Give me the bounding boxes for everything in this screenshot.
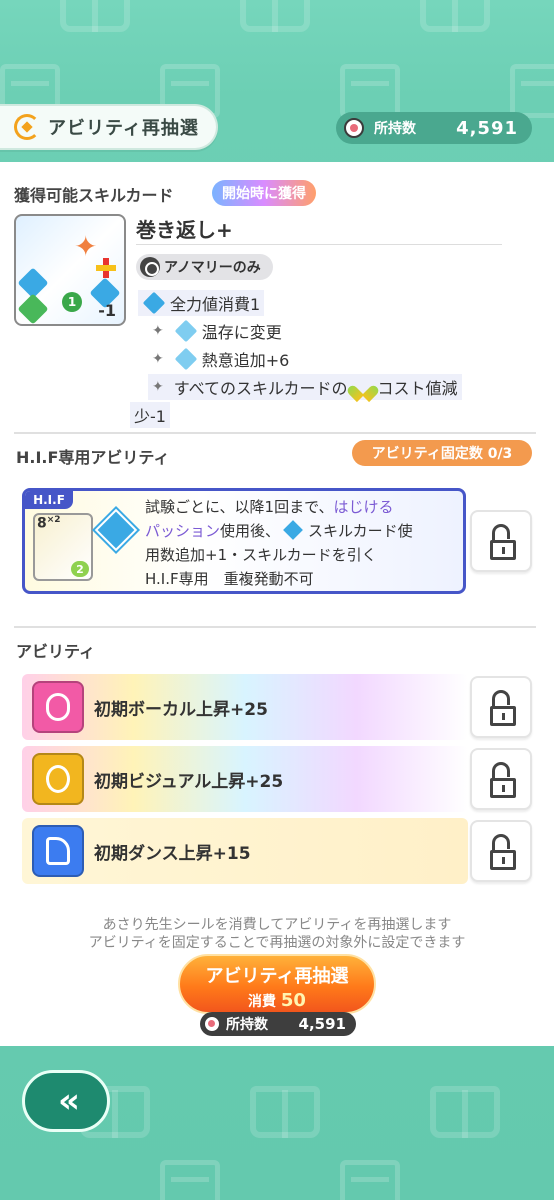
skill-gem-icon [283,520,303,540]
owned-count-label: 所持数 [374,121,416,137]
heart-cost-icon [354,379,372,395]
effect-text: コスト値減 [377,379,458,398]
hif-text: 用数追加+1・スキルカードを引く [145,546,377,564]
restriction-label: アノマリーのみ [164,260,261,276]
hif-highlight-text: はじける [333,498,394,516]
sticker-currency-icon [204,1016,220,1032]
book-pattern-icon [60,0,130,32]
cost-badge: 1 [62,292,82,312]
main-panel: 獲得可能スキルカード 開始時に獲得 ✦ 1 -1 巻き返し+ アノマリーのみ 全… [0,162,554,1046]
hif-lock-button[interactable] [470,510,532,572]
effect-line: 少-1 [130,402,170,428]
reroll-button[interactable]: アビリティ再抽選 消費 50 [178,954,376,1014]
green-gem-icon [17,293,49,324]
hif-highlight-text: パッション [145,522,221,540]
hif-text: スキルカード使 [308,522,413,540]
hif-section-title: H.I.F専用アビリティ [16,448,170,467]
ability-row-visual: 初期ビジュアル上昇+25 [22,746,468,812]
owned-count-label: 所持数 [226,1017,268,1033]
fixed-count-badge: アビリティ固定数 0/3 [352,440,532,466]
ability-label: 初期ビジュアル上昇+25 [94,771,284,792]
calendar-pattern-icon [160,1160,220,1200]
reroll-button-label: アビリティ再抽選 [205,966,349,987]
hif-ability-card: H.I.F 8×2 2 試験ごとに、以降1回まで、はじける パッション使用後、 ス… [22,488,466,594]
effect-line: ✦ 温存に変更 [148,318,286,344]
ability-lock-button-visual[interactable] [470,748,532,810]
owned-count-value: 4,591 [456,117,518,139]
skill-card-thumbnail[interactable]: ✦ 1 -1 [14,214,126,326]
hif-description: 試験ごとに、以降1回まで、はじける パッション使用後、 スキルカード使 用数追加+… [145,495,461,591]
book-pattern-icon [240,0,310,32]
owned-count-value: 4,591 [298,1015,346,1033]
visual-face-icon [32,753,84,805]
owned-count-box: 所持数 4,591 [336,112,532,144]
unlock-icon-body [490,540,516,560]
sticker-currency-icon [344,118,364,138]
unlock-icon-body [490,706,516,726]
help-text-line1: あさり先生シールを消費してアビリティを再抽選します [102,917,452,933]
unlock-icon-body [490,778,516,798]
ability-label: 初期ダンス上昇+15 [94,843,251,864]
microphone-icon [32,681,84,733]
ability-lock-button-dance[interactable] [470,820,532,882]
cost-label: 消費 [248,994,277,1010]
skill-section-title: 獲得可能スキルカード [14,186,174,205]
effect-text: すべてのスキルカードの [173,379,348,398]
effect-gem-icon [174,319,198,343]
hif-card-cost: 2 [71,561,89,577]
owned-count-small: 所持数 4,591 [200,1012,356,1036]
sub-effect-marker-icon: ✦ [152,379,164,395]
ability-lock-button-vocal[interactable] [470,676,532,738]
hif-level-number: 8 [37,515,47,532]
name-underline [136,244,502,245]
double-chevron-left-icon: ‹‹ [57,1081,80,1121]
sub-effect-marker-icon: ✦ [152,323,164,339]
back-button[interactable]: ‹‹ [22,1070,110,1132]
effect-text: 全力値消費1 [170,295,261,314]
effect-text: 温存に変更 [201,323,282,342]
ability-label: 初期ボーカル上昇+25 [94,699,268,720]
sub-effect-marker-icon: ✦ [152,351,164,367]
star-decoration-icon: ✦ [74,230,98,263]
hif-card-level: 8×2 [37,515,61,532]
restriction-badge: アノマリーのみ [136,254,273,280]
effect-line: ✦ すべてのスキルカードの コスト値減 [148,374,462,400]
book-pattern-icon [430,1086,500,1138]
hif-gem-icon [94,508,138,552]
hif-tag: H.I.F [25,491,73,509]
effect-gem-icon [174,347,198,371]
book-pattern-icon [250,1086,320,1138]
book-pattern-icon [420,0,490,32]
hif-card-thumbnail: 8×2 2 [33,513,93,581]
hif-text: H.I.F専用 重複発動不可 [145,570,314,588]
effect-line: ✦ 熱意追加+6 [148,346,293,372]
effect-line: 全力値消費1 [138,290,265,316]
section-divider [14,432,536,434]
hif-level-multiplier: ×2 [46,515,61,525]
reroll-header-title: アビリティ再抽選 [48,118,199,139]
anomaly-icon [140,257,160,277]
hif-text: 使用後、 [220,522,281,540]
reroll-header-tab: アビリティ再抽選 [0,104,218,150]
cost-value: 50 [280,990,306,1011]
effect-text: 少-1 [134,407,166,426]
start-acquire-badge: 開始時に獲得 [212,180,316,206]
top-bar: アビリティ再抽選 所持数 4,591 [0,100,554,156]
ability-row-dance: 初期ダンス上昇+15 [22,818,468,884]
hif-text: 試験ごとに、以降1回まで、 [145,498,334,516]
effect-gem-icon [142,291,166,315]
help-text-line2: アビリティを固定することで再抽選の対象外に設定できます [88,935,466,951]
skill-card-name: 巻き返し+ [136,218,233,242]
effect-text: 熱意追加+6 [201,351,290,370]
unlock-icon-body [490,850,516,870]
ability-section-title: アビリティ [16,642,96,661]
section-divider [14,626,536,628]
calendar-pattern-icon [340,1160,400,1200]
plus-upgrade-icon [96,258,116,278]
dance-shoe-icon [32,825,84,877]
reroll-icon [14,114,40,140]
ability-row-vocal: 初期ボーカル上昇+25 [22,674,468,740]
cost-modifier: -1 [98,301,116,320]
reroll-cost: 消費 50 [180,990,374,1011]
